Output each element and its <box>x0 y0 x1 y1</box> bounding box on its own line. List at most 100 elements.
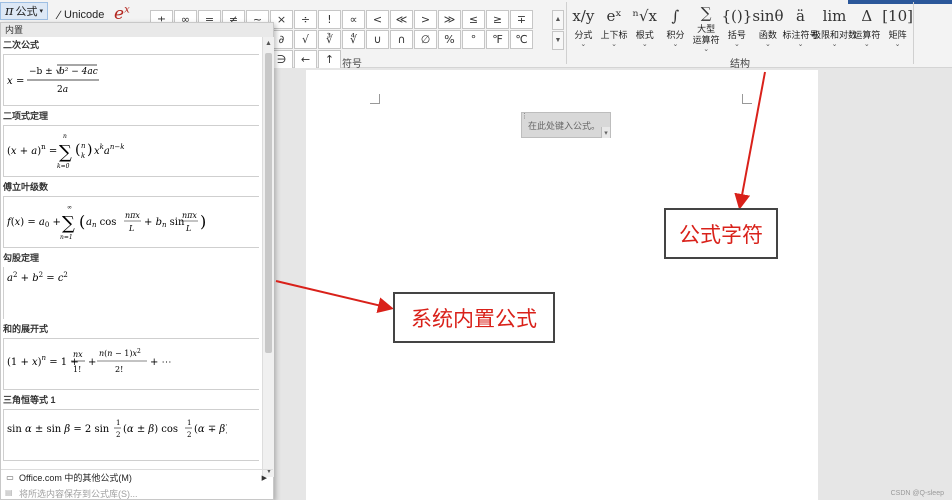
equation-button-label: 公式 <box>15 6 38 18</box>
symbol-button[interactable]: ∩ <box>390 30 413 49</box>
symbols-gallery-scroll[interactable]: ▲ ▼ <box>552 10 564 50</box>
chevron-down-icon: ⌄ <box>672 41 679 48</box>
structure-button[interactable]: lim 极限和对数 ⌄ <box>812 2 857 54</box>
latex-icon[interactable]: ex <box>114 4 130 24</box>
chevron-down-icon: ⌄ <box>831 41 838 48</box>
structure-label: 极限和对数 <box>812 30 858 40</box>
structure-button[interactable]: Δ 运算符 ⌄ <box>852 2 883 54</box>
symbol-button[interactable]: √ <box>294 30 317 49</box>
svg-text:(: ( <box>75 142 80 158</box>
equation-item-fourier[interactable]: 傅立叶级数 f(x) = a0 + ∞ ∑ n=1 ( an cos nπx L… <box>1 179 261 250</box>
structure-glyph-icon: eˣ <box>606 7 622 25</box>
svg-text:1: 1 <box>187 419 191 427</box>
structure-label: 分式 <box>574 30 593 40</box>
structure-label: 矩阵 <box>888 30 907 40</box>
structure-button[interactable]: eˣ 上下标 ⌄ <box>599 2 630 54</box>
symbol-button[interactable]: ℉ <box>486 30 509 49</box>
equation-item-sum-expansion[interactable]: 和的展开式 (1 + x)n = 1 + nx 1! + n(n − 1)x2 … <box>1 321 261 392</box>
symbol-button[interactable]: ≤ <box>462 10 485 29</box>
pythagorean-formula: a2 + b2 = c2 <box>7 271 68 284</box>
svg-text:(α ± β) cos: (α ± β) cos <box>123 424 178 435</box>
svg-text:+: + <box>88 357 96 368</box>
structure-button[interactable]: x/y 分式 ⌄ <box>568 2 599 54</box>
builtin-equations-panel: 内置 二次公式 x = −b ± √ b² − 4ac 2a 二项式定理 (x … <box>0 22 274 500</box>
symbol-button[interactable]: ! <box>318 10 341 29</box>
svg-text:2: 2 <box>116 431 120 439</box>
panel-scrollbar[interactable]: ▲ ▼ <box>262 37 274 477</box>
trig-identity-formula: sin α ± sin β = 2 sin 1 2 (α ± β) cos 1 … <box>7 419 227 439</box>
structure-button[interactable]: ä 标注符号 ⌄ <box>783 2 819 54</box>
structure-label: 根式 <box>635 30 654 40</box>
equation-placeholder-box[interactable]: ⋮ 在此处键入公式。 ▾ <box>521 112 611 138</box>
equation-button[interactable]: π 公式 ▾ <box>0 2 49 20</box>
structure-button[interactable]: ⁿ√x 根式 ⌄ <box>629 2 660 54</box>
svg-text:nπx: nπx <box>182 211 197 220</box>
symbol-button[interactable]: ∅ <box>414 30 437 49</box>
equation-preview[interactable]: (x + a)n = n ∑ k=0 ( n k ) xkan−k <box>3 125 259 177</box>
equation-item-quadratic[interactable]: 二次公式 x = −b ± √ b² − 4ac 2a <box>1 37 261 108</box>
symbol-button[interactable]: ∝ <box>342 10 365 29</box>
pi-icon: π <box>5 3 14 19</box>
save-to-gallery-label: 将所选内容保存到公式库(S)... <box>19 488 138 499</box>
structure-button[interactable]: {()} 括号 ⌄ <box>722 2 753 54</box>
structure-glyph-icon: ∫ <box>671 7 680 25</box>
scroll-up-icon[interactable]: ▲ <box>552 10 564 30</box>
equation-caption: 和的展开式 <box>3 324 49 334</box>
equation-preview[interactable]: a2 + b2 = c2 <box>3 267 259 319</box>
svg-text:∞: ∞ <box>67 204 72 211</box>
office-icon: ▭ <box>6 473 14 482</box>
equation-preview[interactable]: (1 + x)n = 1 + nx 1! + n(n − 1)x2 2! + ⋯ <box>3 338 259 390</box>
symbol-button[interactable]: ≥ <box>486 10 509 29</box>
symbol-button[interactable]: ↑ <box>318 50 341 69</box>
structure-button[interactable]: [10] 矩阵 ⌄ <box>882 2 913 54</box>
drag-handle-icon[interactable]: ⋮ <box>521 112 528 122</box>
symbol-button[interactable]: ∛ <box>318 30 341 49</box>
more-equations-menu-item[interactable]: ▭ Office.com 中的其他公式(M) ▶ <box>1 469 273 485</box>
chevron-down-icon: ⌄ <box>703 46 710 53</box>
chevron-down-icon: ▾ <box>39 8 44 15</box>
structure-glyph-icon: ä <box>796 7 805 25</box>
structure-glyph-icon: [10] <box>882 7 913 25</box>
unicode-label: Unicode <box>64 9 105 21</box>
structure-button[interactable]: ∫ 积分 ⌄ <box>660 2 691 54</box>
group-divider <box>566 2 567 64</box>
symbol-button[interactable]: < <box>366 10 389 29</box>
symbol-button[interactable]: ∓ <box>510 10 533 29</box>
equation-preview[interactable]: f(x) = a0 + ∞ ∑ n=1 ( an cos nπx L + bn … <box>3 196 259 248</box>
save-to-gallery-menu-item: ▤ 将所选内容保存到公式库(S)... <box>1 486 273 500</box>
margin-corner-mark <box>370 94 380 104</box>
symbol-button[interactable]: ← <box>294 50 317 69</box>
structure-label: 括号 <box>727 30 746 40</box>
chevron-down-icon[interactable]: ▾ <box>601 127 610 138</box>
symbol-button[interactable]: ≪ <box>390 10 413 29</box>
structure-button[interactable]: sinθ 函数 ⌄ <box>752 2 783 54</box>
svg-text:+ ⋯: + ⋯ <box>150 357 172 368</box>
equation-preview[interactable]: x = −b ± √ b² − 4ac 2a <box>3 54 259 106</box>
chevron-down-icon: ⌄ <box>611 41 617 48</box>
symbol-button[interactable]: > <box>414 10 437 29</box>
svg-text:n(n − 1)x2: n(n − 1)x2 <box>99 348 141 358</box>
equation-caption: 二项式定理 <box>3 111 49 121</box>
svg-text:1: 1 <box>116 419 120 427</box>
symbol-button[interactable]: ℃ <box>510 30 533 49</box>
chevron-down-icon: ⌄ <box>580 41 587 48</box>
svg-text:nπx: nπx <box>125 211 140 220</box>
structure-button[interactable]: ∑ 大型 运算符 ⌄ <box>691 2 722 54</box>
structure-glyph-icon: sinθ <box>752 7 784 25</box>
symbol-button[interactable]: ∪ <box>366 30 389 49</box>
svg-text:+ bn sin: + bn sin <box>144 217 185 229</box>
equation-item-trig-identity[interactable]: 三角恒等式 1 sin α ± sin β = 2 sin 1 2 (α ± β… <box>1 392 261 463</box>
scrollbar-thumb[interactable] <box>265 53 272 353</box>
scroll-down-icon[interactable]: ▼ <box>552 30 564 50</box>
equation-item-binomial[interactable]: 二项式定理 (x + a)n = n ∑ k=0 ( n k ) xkan−k <box>1 108 261 179</box>
symbol-button[interactable]: ∜ <box>342 30 365 49</box>
equation-preview[interactable]: sin α ± sin β = 2 sin 1 2 (α ± β) cos 1 … <box>3 409 259 461</box>
submenu-arrow-icon: ▶ <box>261 474 267 482</box>
symbol-button[interactable]: % <box>438 30 461 49</box>
scroll-up-icon[interactable]: ▲ <box>263 37 274 49</box>
symbol-button[interactable]: ° <box>462 30 485 49</box>
symbol-button[interactable]: ≫ <box>438 10 461 29</box>
symbol-button[interactable]: ÷ <box>294 10 317 29</box>
panel-header: 内置 <box>1 23 273 37</box>
equation-item-pythagorean[interactable]: 勾股定理 a2 + b2 = c2 <box>1 250 261 321</box>
